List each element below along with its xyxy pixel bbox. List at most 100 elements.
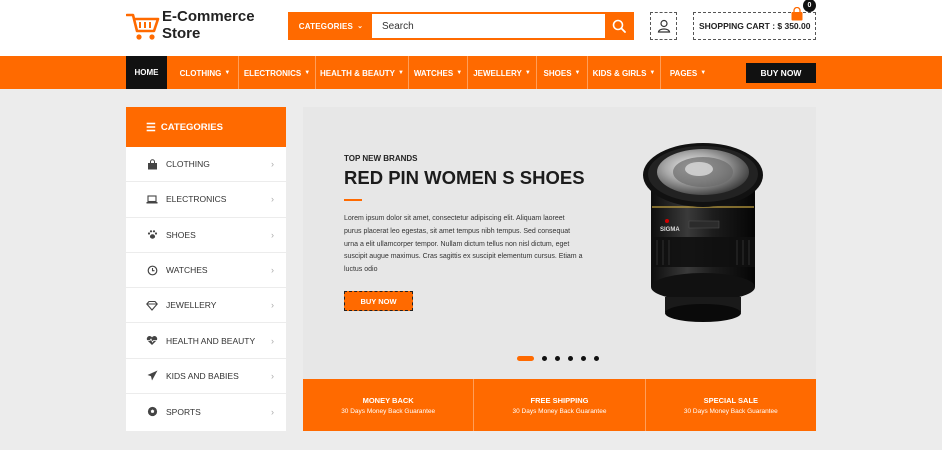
nav-item-shoes[interactable]: SHOES ▼	[537, 63, 587, 83]
sidebar-item-label: HEALTH AND BEAUTY	[166, 335, 256, 346]
search-category-label: CATEGORIES	[298, 21, 354, 31]
slider-pagination	[517, 356, 607, 361]
hero-banner: TOP NEW BRANDS RED PIN WOMEN S SHOES Lor…	[303, 107, 816, 379]
banner-kicker: TOP NEW BRANDS	[344, 154, 418, 163]
feature-free-shipping: FREE SHIPPING 30 Days Money Back Guarant…	[474, 379, 646, 431]
search-button[interactable]	[605, 14, 632, 38]
nav-item-kids-girls[interactable]: KIDS & GIRLS ▼	[588, 63, 660, 83]
shopping-bag-icon	[146, 158, 158, 170]
features-strip: MONEY BACK 30 Days Money Back Guarantee …	[303, 379, 816, 431]
sidebar-item-health-beauty[interactable]: HEALTH AND BEAUTY ›	[126, 323, 286, 359]
menu-icon: ☰	[146, 121, 156, 134]
nav-item-label: HOME	[134, 68, 159, 77]
category-sidebar: ☰ CATEGORIES CLOTHING › ELECTRONICS › SH…	[126, 107, 286, 431]
nav-item-label: WATCHES	[413, 68, 454, 78]
search-icon	[612, 19, 626, 33]
chevron-right-icon: ›	[271, 335, 274, 346]
sidebar-item-shoes[interactable]: SHOES ›	[126, 218, 286, 253]
sidebar-item-label: KIDS AND BABIES	[166, 370, 239, 381]
chevron-down-icon: ▼	[574, 70, 581, 76]
diamond-icon	[146, 299, 158, 311]
nav-item-jewellery[interactable]: JEWELLERY ▼	[468, 63, 536, 83]
feature-money-back: MONEY BACK 30 Days Money Back Guarantee	[303, 379, 475, 431]
cart-count-badge: 0	[803, 0, 816, 12]
chevron-right-icon: ›	[271, 265, 274, 276]
accent-divider	[344, 199, 362, 201]
chevron-down-icon: ▼	[456, 70, 463, 76]
nav-item-watches[interactable]: WATCHES ▼	[409, 63, 467, 83]
cart-bag-icon	[791, 7, 803, 21]
soccer-ball-icon	[146, 406, 158, 418]
brand-line-2: Store	[162, 25, 201, 42]
nav-item-health-beauty[interactable]: HEALTH & BEAUTY ▼	[316, 63, 408, 83]
sidebar-title: CATEGORIES	[160, 121, 223, 133]
paw-icon	[146, 229, 158, 241]
slider-dot[interactable]	[594, 356, 599, 361]
lens-brand-text: SIGMA	[660, 227, 680, 233]
nav-item-label: SHOES	[543, 68, 572, 78]
nav-item-home[interactable]: HOME	[126, 56, 167, 89]
slider-dot[interactable]	[542, 356, 547, 361]
nav-item-clothing[interactable]: CLOTHING ▼	[173, 63, 237, 83]
feature-title: SPECIAL SALE	[703, 395, 759, 405]
shopping-cart-logo-icon	[126, 13, 160, 40]
search-category-dropdown[interactable]: CATEGORIES ⌄	[290, 14, 372, 38]
store-logo[interactable]: E-Commerce Store	[126, 8, 266, 48]
nav-item-electronics[interactable]: ELECTRONICS ▼	[239, 63, 315, 83]
sidebar-item-jewellery[interactable]: JEWELLERY ›	[126, 288, 286, 324]
chevron-down-icon: ▼	[304, 70, 311, 76]
chevron-right-icon: ›	[271, 406, 274, 417]
sidebar-item-kids-babies[interactable]: KIDS AND BABIES ›	[126, 359, 286, 395]
banner-buy-now-button[interactable]: BUY NOW	[344, 291, 413, 311]
brand-line-1: E-Commerce	[162, 8, 255, 25]
camera-lens-image: SIGMA	[643, 143, 763, 322]
search-bar: CATEGORIES ⌄	[288, 12, 634, 40]
slider-dot[interactable]	[555, 356, 560, 361]
chevron-right-icon: ›	[271, 370, 274, 381]
chevron-down-icon: ▼	[524, 70, 531, 76]
banner-headline: RED PIN WOMEN S SHOES	[344, 167, 585, 188]
slider-dot[interactable]	[517, 356, 534, 361]
sidebar-item-watches[interactable]: WATCHES ›	[126, 253, 286, 289]
main-nav: HOME CLOTHING ▼ ELECTRONICS ▼ HEALTH & B…	[0, 56, 942, 89]
feature-title: FREE SHIPPING	[530, 395, 589, 405]
feature-subtitle: 30 Days Money Back Guarantee	[341, 407, 436, 415]
nav-item-label: HEALTH & BEAUTY	[320, 68, 395, 78]
sidebar-item-label: SPORTS	[166, 406, 201, 417]
laptop-icon	[146, 193, 158, 205]
chevron-right-icon: ›	[271, 159, 274, 170]
nav-item-pages[interactable]: PAGES ▼	[661, 63, 715, 83]
chevron-right-icon: ›	[271, 229, 274, 240]
sidebar-item-clothing[interactable]: CLOTHING ›	[126, 147, 286, 183]
chevron-down-icon: ⌄	[357, 23, 364, 30]
sidebar-item-label: ELECTRONICS	[166, 194, 227, 205]
nav-item-label: JEWELLERY	[473, 68, 522, 78]
nav-item-label: KIDS & GIRLS	[592, 68, 647, 78]
nav-item-label: PAGES	[669, 68, 698, 78]
feature-subtitle: 30 Days Money Back Guarantee	[512, 407, 607, 415]
chevron-right-icon: ›	[271, 194, 274, 205]
clock-icon	[146, 264, 158, 276]
sidebar-item-electronics[interactable]: ELECTRONICS ›	[126, 182, 286, 218]
sidebar-item-label: WATCHES	[166, 265, 208, 276]
sidebar-item-sports[interactable]: SPORTS ›	[126, 394, 286, 429]
chevron-down-icon: ▼	[649, 70, 656, 76]
chevron-down-icon: ▼	[224, 70, 231, 76]
search-input[interactable]	[372, 14, 605, 38]
buy-now-button[interactable]: BUY NOW	[746, 63, 816, 83]
heartbeat-icon	[146, 335, 158, 347]
account-button[interactable]	[650, 12, 677, 40]
nav-item-label: ELECTRONICS	[243, 68, 302, 78]
sidebar-item-label: SHOES	[166, 229, 196, 240]
slider-dot[interactable]	[581, 356, 586, 361]
cart-total-label: SHOPPING CART : $ 350.00	[699, 21, 811, 31]
slider-dot[interactable]	[568, 356, 573, 361]
banner-description: Lorem ipsum dolor sit amet, consectetur …	[344, 215, 583, 274]
sidebar-item-label: JEWELLERY	[166, 300, 217, 311]
feature-special-sale: SPECIAL SALE 30 Days Money Back Guarante…	[646, 379, 816, 431]
site-header: E-Commerce Store CATEGORIES ⌄ SHOPPING C…	[0, 0, 942, 56]
sidebar-header: ☰ CATEGORIES	[126, 107, 286, 147]
user-icon	[657, 19, 670, 33]
chevron-down-icon: ▼	[700, 70, 707, 76]
chevron-down-icon: ▼	[398, 70, 404, 76]
